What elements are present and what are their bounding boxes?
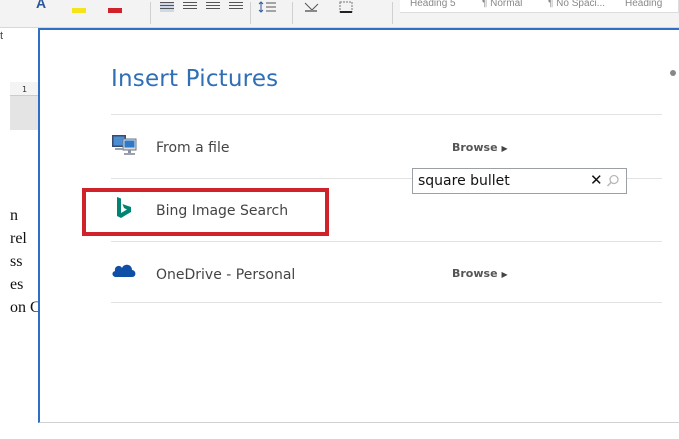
- shading-icon[interactable]: [303, 0, 321, 12]
- style-no-spacing[interactable]: ¶ No Spaci...: [548, 0, 605, 12]
- word-ribbon: A Heading 5 ¶ Normal ¶ No Spaci... Headi…: [0, 0, 679, 28]
- browse-file-button[interactable]: Browse ▶: [452, 141, 508, 154]
- from-file-label: From a file: [156, 140, 230, 156]
- onedrive-label: OneDrive - Personal: [156, 267, 296, 283]
- align-center-icon[interactable]: [183, 2, 197, 12]
- annotation-highlight-box: [82, 188, 329, 236]
- document-line: es: [10, 276, 24, 293]
- clear-search-icon[interactable]: ✕: [590, 170, 603, 190]
- ribbon-separator: [292, 2, 293, 24]
- document-line: ss: [10, 253, 23, 270]
- document-line: n: [10, 207, 18, 224]
- highlight-color-swatch[interactable]: [72, 8, 86, 13]
- font-color-swatch[interactable]: [108, 8, 122, 13]
- search-icon[interactable]: [606, 174, 620, 193]
- computer-icon: [111, 132, 139, 163]
- browse-onedrive-button[interactable]: Browse ▶: [452, 267, 508, 280]
- divider: [111, 302, 662, 303]
- ribbon-separator: [392, 2, 393, 24]
- style-heading-5[interactable]: Heading 5: [410, 0, 456, 12]
- browse-label: Browse: [452, 141, 498, 154]
- document-line: rel: [10, 230, 27, 247]
- ribbon-tab-fragment[interactable]: t: [0, 30, 3, 42]
- style-normal[interactable]: ¶ Normal: [482, 0, 522, 12]
- chevron-right-icon: ▶: [501, 270, 508, 279]
- font-color-button[interactable]: A: [36, 0, 50, 11]
- dialog-title: Insert Pictures: [111, 66, 279, 92]
- browse-label: Browse: [452, 267, 498, 280]
- style-heading[interactable]: Heading: [625, 0, 662, 12]
- divider: [111, 114, 662, 115]
- styles-gallery[interactable]: Heading 5 ¶ Normal ¶ No Spaci... Heading: [400, 0, 679, 13]
- ruler-number: 1: [22, 85, 28, 94]
- divider: [111, 241, 662, 242]
- ribbon-separator: [150, 2, 151, 24]
- justify-icon[interactable]: [229, 2, 243, 12]
- line-spacing-icon[interactable]: [258, 0, 278, 13]
- close-icon[interactable]: [670, 70, 676, 76]
- bing-search-box[interactable]: ✕: [412, 168, 627, 194]
- onedrive-cloud-icon: [111, 261, 137, 284]
- document-text: n rel ss es on C: [10, 204, 41, 319]
- borders-icon[interactable]: [338, 0, 356, 13]
- onedrive-row[interactable]: OneDrive - Personal Browse ▶: [111, 243, 662, 305]
- align-right-icon[interactable]: [206, 2, 220, 12]
- bing-search-input[interactable]: [418, 172, 584, 190]
- chevron-right-icon: ▶: [501, 144, 508, 153]
- ribbon-separator: [250, 2, 251, 24]
- align-left-icon[interactable]: [160, 2, 174, 12]
